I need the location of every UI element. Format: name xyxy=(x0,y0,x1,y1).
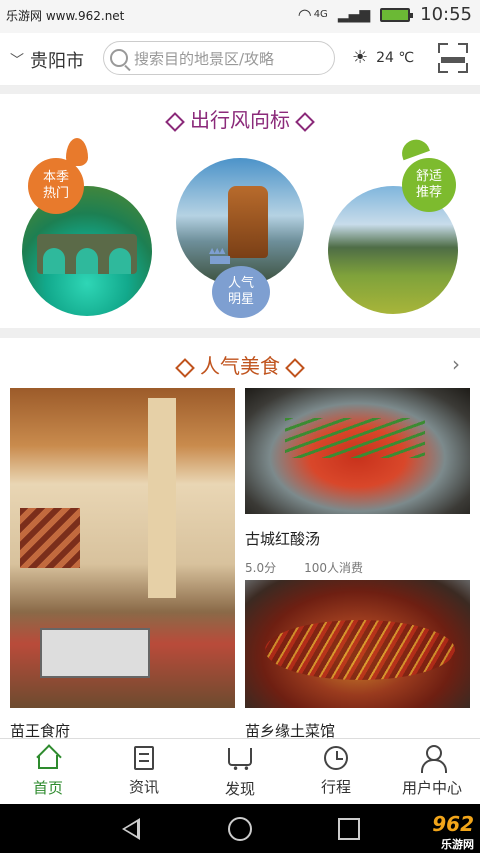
restaurant-meta: 5.0分 100人消费 xyxy=(245,559,363,576)
tab-label: 资讯 xyxy=(128,778,159,796)
tab-home[interactable]: 首页 xyxy=(0,739,96,804)
badge-line: 舒适 xyxy=(415,169,442,184)
badge-comfort-pick[interactable]: 舒适 推荐 xyxy=(402,158,456,212)
top-header: ﹀ 贵阳市 搜索目的地景区/攻略 ☀ 24 ℃ xyxy=(0,33,480,86)
restaurant-image-miaoxiangyuan[interactable] xyxy=(245,580,470,708)
watermark-logo: 962 乐游网 xyxy=(432,812,474,852)
restaurant-consumers: 100人消费 xyxy=(304,561,363,575)
news-icon xyxy=(134,746,154,770)
divider xyxy=(0,328,480,338)
badge-line: 明星 xyxy=(227,292,254,307)
umbrella-icon xyxy=(398,135,430,161)
tab-news[interactable]: 资讯 xyxy=(96,739,192,804)
restaurant-score: 5.0分 xyxy=(245,561,277,575)
badge-line: 本季 xyxy=(42,170,69,185)
status-time: 10:55 xyxy=(420,4,472,25)
network-label: 4G xyxy=(313,9,328,20)
ornament-right-icon xyxy=(285,357,305,378)
user-icon xyxy=(420,745,447,773)
ornament-left-icon xyxy=(175,357,195,378)
chevron-down-icon: ﹀ xyxy=(10,53,24,69)
guide-title-text: 出行风向标 xyxy=(190,108,290,132)
itinerary-icon xyxy=(324,746,348,770)
tab-user-center[interactable]: 用户中心 xyxy=(384,739,480,804)
home-circle-icon[interactable] xyxy=(228,817,252,841)
restaurant-image-sour-soup[interactable] xyxy=(245,388,470,514)
ornament-right-icon xyxy=(295,111,315,132)
badge-line: 人气 xyxy=(227,276,254,291)
guide-section-title: 出行风向标 xyxy=(0,104,480,133)
ornament-left-icon xyxy=(165,111,185,132)
home-icon xyxy=(35,745,61,771)
system-nav-bar: 962 乐游网 xyxy=(0,804,480,853)
badge-line: 推荐 xyxy=(415,185,442,200)
scan-icon[interactable] xyxy=(438,43,468,73)
search-input[interactable]: 搜索目的地景区/攻略 xyxy=(103,41,335,75)
bottom-tab-bar: 首页 资讯 发现 行程 用户中心 xyxy=(0,738,480,804)
watermark-brand: 962 xyxy=(432,812,474,836)
recent-apps-icon[interactable] xyxy=(338,818,360,840)
badge-hot-season[interactable]: 本季 热门 xyxy=(28,158,84,214)
food-title-text: 人气美食 xyxy=(200,354,280,378)
divider xyxy=(0,86,480,94)
restaurant-image-miaowang[interactable] xyxy=(10,388,235,708)
tab-label: 行程 xyxy=(320,778,351,796)
city-selector[interactable]: ﹀ 贵阳市 xyxy=(10,47,84,73)
watermark-sub: 乐游网 xyxy=(441,838,474,851)
city-name: 贵阳市 xyxy=(30,51,84,72)
tab-discover[interactable]: 发现 xyxy=(192,739,288,804)
status-right: ◠ 4G ▂▄▆ 10:55 xyxy=(298,4,472,25)
weather-widget[interactable]: ☀ 24 ℃ xyxy=(352,47,414,68)
chevron-right-icon[interactable]: › xyxy=(452,352,460,376)
back-icon[interactable] xyxy=(122,818,140,840)
tab-itinerary[interactable]: 行程 xyxy=(288,739,384,804)
restaurant-name[interactable]: 古城红酸汤 xyxy=(245,528,320,549)
battery-icon xyxy=(380,7,414,22)
search-icon xyxy=(110,49,128,67)
badge-popular-star[interactable]: 人气 明星 xyxy=(212,266,270,318)
cart-icon xyxy=(228,748,252,776)
tab-label: 首页 xyxy=(32,779,63,797)
status-bar: 乐游网 www.962.net ◠ 4G ▂▄▆ 10:55 xyxy=(0,0,480,33)
tab-label: 用户中心 xyxy=(401,779,462,797)
status-site-text: 乐游网 www.962.net xyxy=(6,9,125,23)
tab-label: 发现 xyxy=(224,780,255,798)
food-section-title: 人气美食 xyxy=(0,350,480,379)
search-placeholder: 搜索目的地景区/攻略 xyxy=(134,49,275,68)
crown-icon xyxy=(209,246,230,264)
badge-line: 热门 xyxy=(42,186,69,201)
temperature-text: 24 ℃ xyxy=(376,49,415,66)
signal-icon: ▂▄▆ xyxy=(337,6,371,23)
wifi-icon: ◠ xyxy=(297,5,312,24)
weather-sun-icon: ☀ xyxy=(352,47,369,68)
